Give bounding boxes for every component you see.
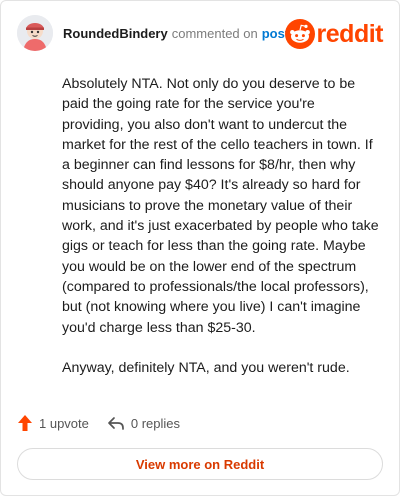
view-more-button[interactable]: View more on Reddit [17,448,383,480]
replies-count: 0 replies [130,415,181,431]
byline: RoundedBindery commented on post [63,26,289,41]
comment-header: RoundedBindery commented on post reddit [17,15,384,51]
upvote-button[interactable]: 1 upvote [17,414,89,432]
username-link[interactable]: RoundedBindery [63,26,168,41]
reddit-brand[interactable]: reddit [284,19,384,49]
upvote-count: 1 upvote [39,415,89,431]
reply-arrow-icon [108,417,124,430]
reddit-wordmark: reddit [316,20,384,48]
comment-embed-card: RoundedBindery commented on post reddit … [0,0,400,496]
reddit-snoo-icon [284,19,315,49]
avatar-icon[interactable] [17,15,53,51]
comment-actions: 1 upvote 0 replies [17,414,180,432]
upvote-arrow-icon [18,415,32,431]
comment-paragraph: Absolutely NTA. Not only do you deserve … [62,76,379,336]
action-text: commented on [171,25,258,41]
replies-button[interactable]: 0 replies [107,415,180,431]
comment-body: Absolutely NTA. Not only do you deserve … [62,74,380,398]
comment-paragraph: Anyway, definitely NTA, and you weren't … [62,359,350,376]
